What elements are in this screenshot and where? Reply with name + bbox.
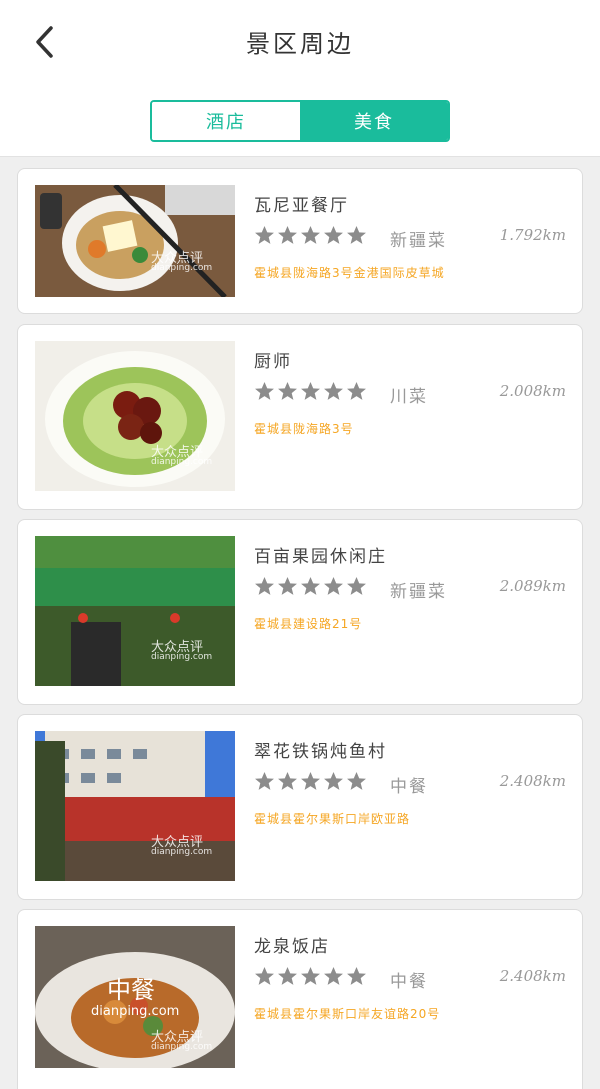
cuisine-label: 新疆菜 xyxy=(390,582,447,602)
restaurant-photo: 大众点评 dianping.com xyxy=(35,341,235,491)
restaurant-card[interactable]: 中餐 dianping.com 大众点评 dianping.com 龙泉饭店 中… xyxy=(17,909,583,1089)
star-icon xyxy=(301,577,320,595)
star-icon xyxy=(301,772,320,790)
distance-label: 2.408km xyxy=(499,772,566,790)
star-icon xyxy=(347,226,366,244)
rating-stars xyxy=(254,576,367,597)
star-icon xyxy=(255,772,274,790)
star-icon xyxy=(347,967,366,985)
star-icon xyxy=(278,226,297,244)
rating-stars xyxy=(254,225,367,246)
restaurant-name: 龙泉饭店 xyxy=(254,937,330,957)
restaurant-photo: 大众点评 dianping.com xyxy=(35,536,235,686)
restaurant-name: 百亩果园休闲庄 xyxy=(254,547,387,567)
star-icon xyxy=(347,577,366,595)
cuisine-label: 中餐 xyxy=(390,972,428,992)
star-icon xyxy=(347,772,366,790)
photo-watermark-sub: dianping.com xyxy=(151,457,213,467)
star-icon xyxy=(278,967,297,985)
star-icon xyxy=(324,577,343,595)
photo-placeholder-sub: dianping.com xyxy=(91,1004,180,1019)
rating-stars xyxy=(254,966,367,987)
address-label: 霍城县霍尔果斯口岸友谊路20号 xyxy=(254,1007,441,1021)
address-label: 霍城县陇海路3号 xyxy=(254,422,354,436)
star-icon xyxy=(278,577,297,595)
star-icon xyxy=(324,772,343,790)
page-title: 景区周边 xyxy=(246,30,354,58)
tab-hotel[interactable]: 酒店 xyxy=(152,102,300,140)
restaurant-name: 瓦尼亚餐厅 xyxy=(254,196,349,216)
rating-stars xyxy=(254,381,367,402)
star-icon xyxy=(255,382,274,400)
star-icon xyxy=(301,226,320,244)
star-icon xyxy=(255,226,274,244)
distance-label: 2.008km xyxy=(499,382,566,400)
star-icon xyxy=(255,967,274,985)
restaurant-card[interactable]: 大众点评 dianping.com 翠花铁锅炖鱼村 中餐 2.408km 霍城县… xyxy=(17,714,583,900)
photo-placeholder-label: 中餐 xyxy=(107,976,155,1004)
address-label: 霍城县霍尔果斯口岸欧亚路 xyxy=(254,812,411,826)
star-icon xyxy=(324,226,343,244)
star-icon xyxy=(301,382,320,400)
restaurant-photo: 中餐 dianping.com 大众点评 dianping.com xyxy=(35,926,235,1068)
star-icon xyxy=(301,967,320,985)
star-icon xyxy=(278,772,297,790)
star-icon xyxy=(324,967,343,985)
star-icon xyxy=(347,382,366,400)
cuisine-label: 川菜 xyxy=(390,387,428,407)
tab-food[interactable]: 美食 xyxy=(300,102,448,140)
cuisine-label: 新疆菜 xyxy=(390,231,447,251)
address-label: 霍城县建设路21号 xyxy=(254,617,363,631)
distance-label: 2.408km xyxy=(499,967,566,985)
address-label: 霍城县陇海路3号金港国际皮草城 xyxy=(254,266,445,280)
restaurant-photo: 大众点评 dianping.com xyxy=(35,731,235,881)
restaurant-name: 厨师 xyxy=(254,352,292,372)
restaurant-name: 翠花铁锅炖鱼村 xyxy=(254,742,387,762)
star-icon xyxy=(255,577,274,595)
photo-watermark-sub: dianping.com xyxy=(151,263,213,273)
photo-watermark-sub: dianping.com xyxy=(151,1042,213,1052)
star-icon xyxy=(324,382,343,400)
category-segment: 酒店 美食 xyxy=(150,100,450,142)
restaurant-photo: 大众点评 dianping.com xyxy=(35,185,235,335)
restaurant-card[interactable]: 大众点评 dianping.com 厨师 川菜 2.008km 霍城县陇海路3号 xyxy=(17,324,583,510)
photo-watermark-sub: dianping.com xyxy=(151,652,213,662)
star-icon xyxy=(278,382,297,400)
rating-stars xyxy=(254,771,367,792)
photo-watermark-sub: dianping.com xyxy=(151,847,213,857)
top-bar: 景区周边 酒店 美食 xyxy=(0,0,600,157)
distance-label: 1.792km xyxy=(499,226,566,244)
distance-label: 2.089km xyxy=(499,577,566,595)
restaurant-card[interactable]: 大众点评 dianping.com 瓦尼亚餐厅 新疆菜 1.792km 霍城县陇… xyxy=(17,168,583,314)
cuisine-label: 中餐 xyxy=(390,777,428,797)
restaurant-card[interactable]: 大众点评 dianping.com 百亩果园休闲庄 新疆菜 2.089km 霍城… xyxy=(17,519,583,705)
